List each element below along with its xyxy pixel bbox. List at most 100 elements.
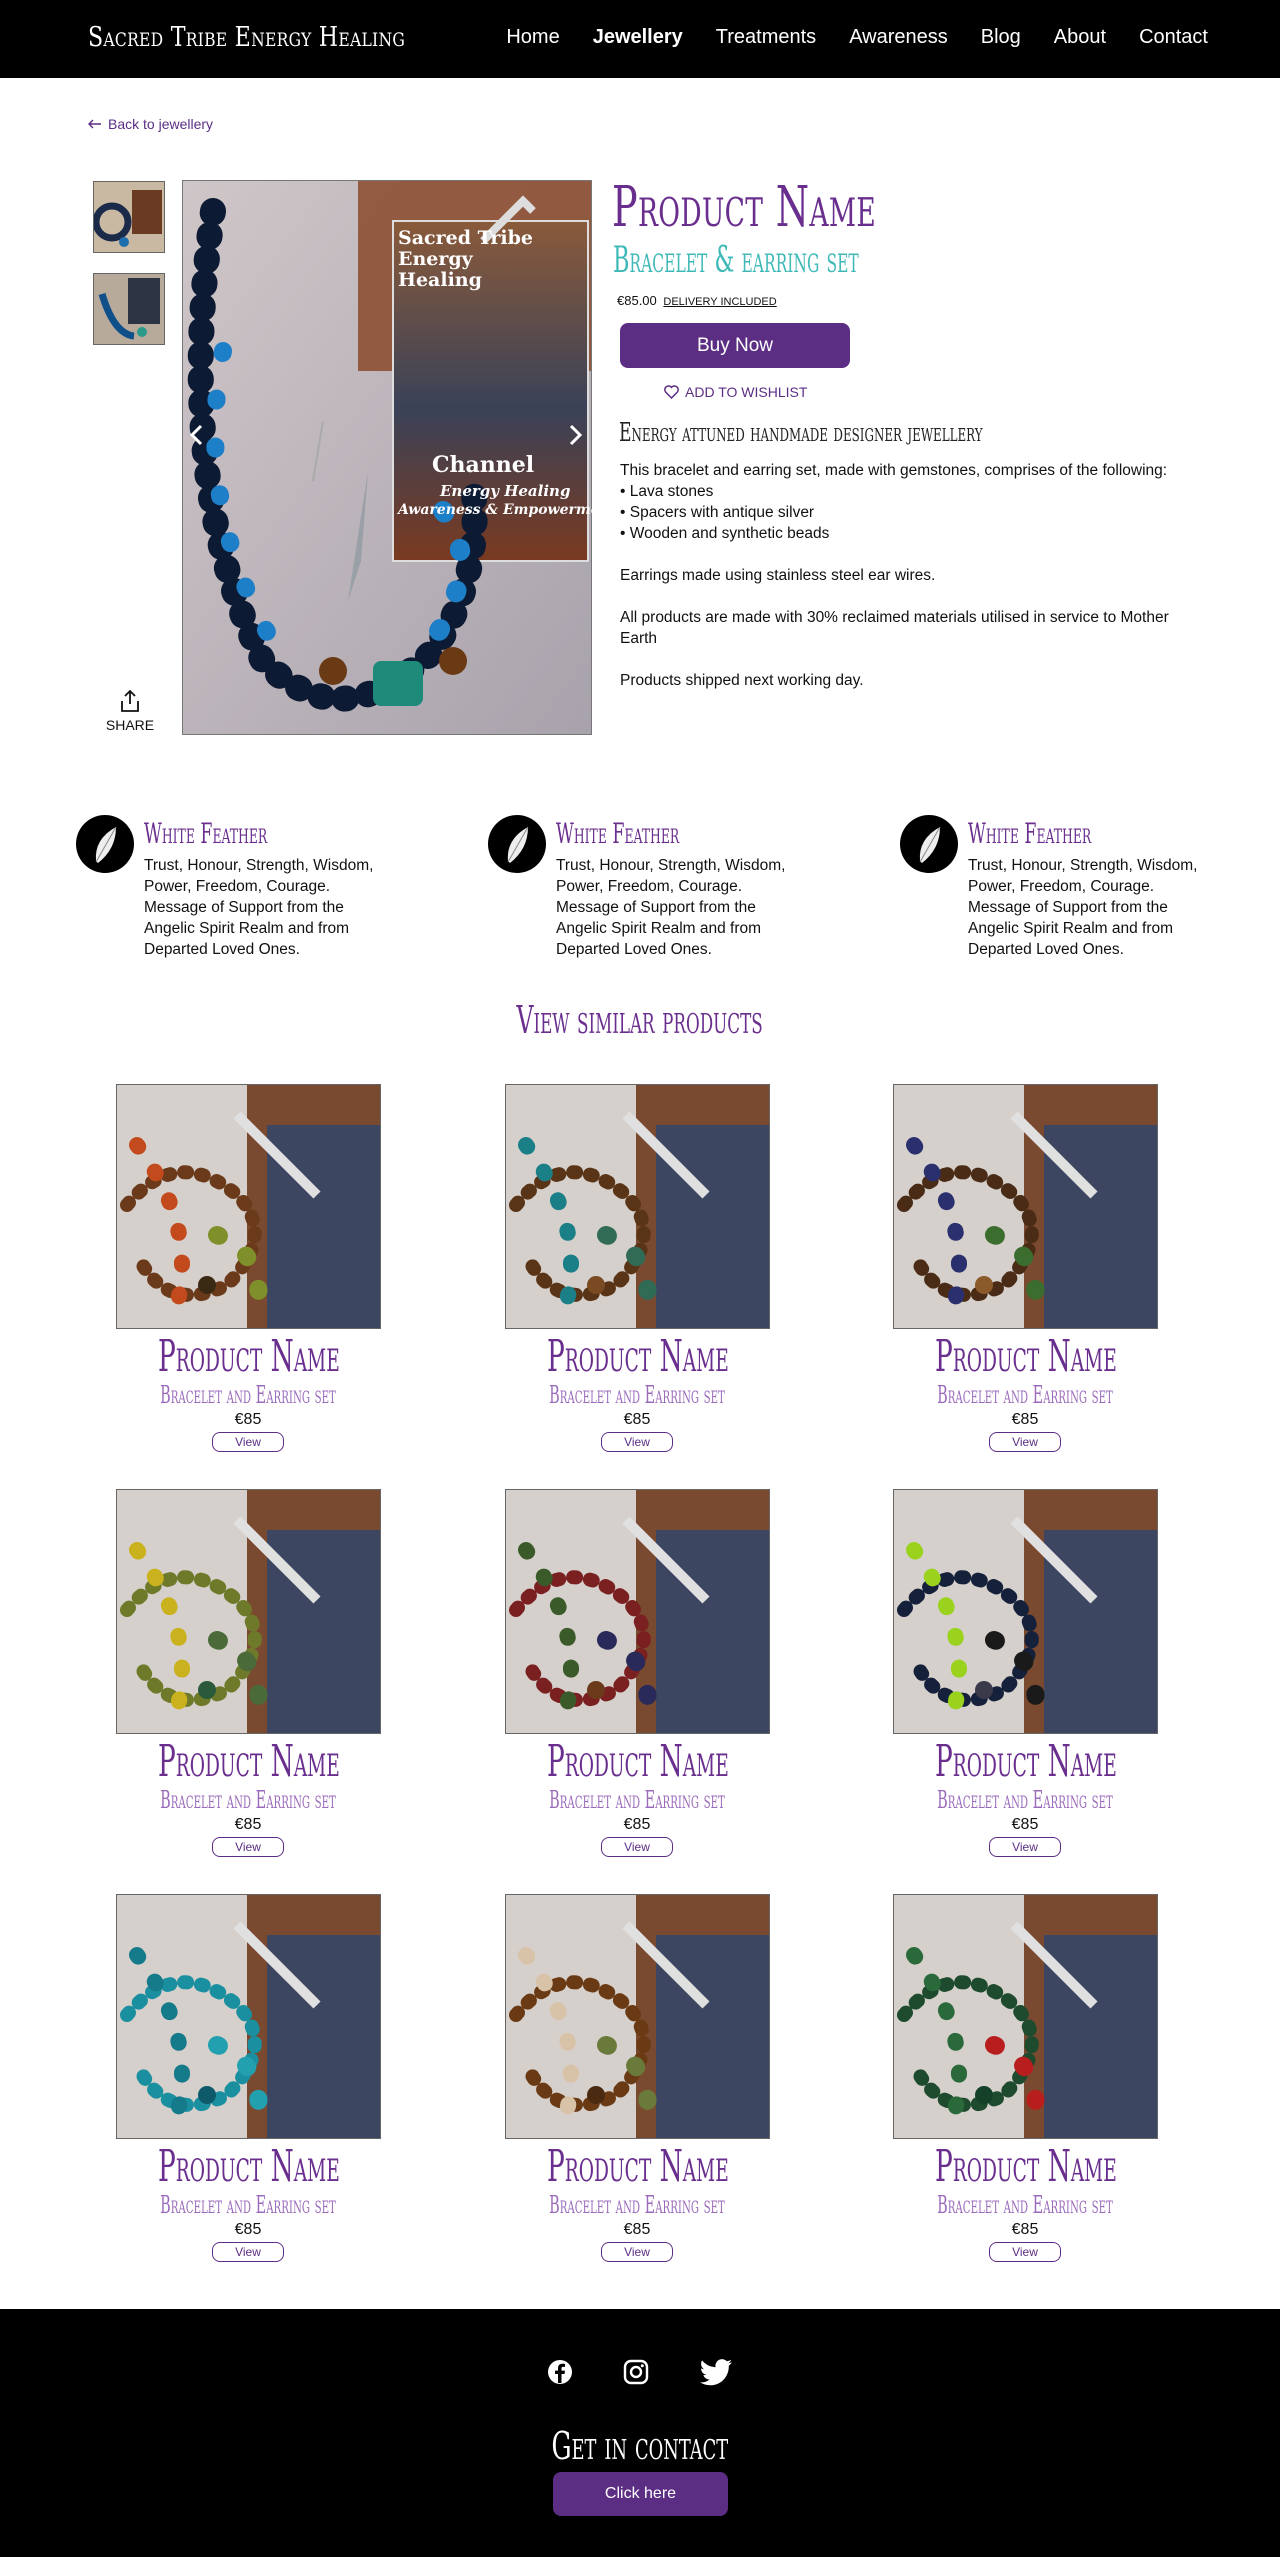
product-card-name: Product Name	[935, 1331, 1117, 1382]
product-card-name: Product Name	[547, 1736, 729, 1787]
site-footer: Get in contact Click here	[0, 2309, 1280, 2557]
instagram-icon[interactable]	[623, 2359, 649, 2385]
product-card-price: €85	[1011, 2221, 1039, 2238]
product-card-image[interactable]	[504, 1489, 770, 1734]
product-card-image[interactable]	[504, 1894, 770, 2139]
nav-blog[interactable]: Blog	[981, 26, 1021, 49]
nav-contact[interactable]: Contact	[1139, 26, 1208, 49]
share-label: SHARE	[105, 717, 155, 733]
delivery-note: DELIVERY INCLUDED	[663, 296, 777, 308]
view-product-button[interactable]: View	[601, 1837, 673, 1857]
back-label: Back to jewellery	[108, 116, 214, 132]
contact-heading: Get in contact	[0, 2424, 1280, 2468]
site-logo[interactable]: Sacred Tribe Energy Healing	[88, 22, 405, 53]
thumbnail-2[interactable]	[93, 273, 165, 345]
product-card[interactable]: Product Name Bracelet and Earring set €85 V…	[98, 1084, 398, 1452]
feather-icon	[900, 815, 958, 873]
product-card-image[interactable]	[892, 1489, 1158, 1734]
product-card[interactable]: Product Name Bracelet and Earring set €85 V…	[875, 1894, 1175, 2262]
similar-products-heading: View similar products	[0, 998, 1280, 1042]
product-subtitle: Bracelet & earring set	[613, 240, 859, 281]
product-card-subtitle: Bracelet and Earring set	[937, 2191, 1113, 2219]
view-product-button[interactable]: View	[989, 2242, 1061, 2262]
product-card-image[interactable]	[115, 1084, 381, 1329]
feather-text: Trust, Honour, Strength, Wisdom, Power, …	[968, 857, 1198, 958]
view-product-button[interactable]: View	[212, 1432, 284, 1452]
facebook-icon[interactable]	[547, 2359, 573, 2385]
product-card[interactable]: Product Name Bracelet and Earring set €85 V…	[875, 1489, 1175, 1857]
product-card-image[interactable]	[504, 1084, 770, 1329]
product-card-name: Product Name	[158, 1331, 340, 1382]
nav-jewellery[interactable]: Jewellery	[593, 26, 683, 49]
feather-title: White Feather	[968, 817, 1092, 850]
product-card-price: €85	[1011, 1816, 1039, 1833]
thumbnail-1[interactable]	[93, 181, 165, 253]
social-links	[0, 2359, 1280, 2387]
view-product-button[interactable]: View	[601, 1432, 673, 1452]
description-paragraph: This bracelet and earring set, made with…	[620, 460, 1200, 544]
view-product-button[interactable]: View	[212, 2242, 284, 2262]
image-card-line: Healing	[398, 269, 482, 291]
contact-title: Get in contact	[551, 2424, 729, 2468]
contact-click-button[interactable]: Click here	[553, 2472, 728, 2516]
feather-icon	[76, 815, 134, 873]
product-card[interactable]: Product Name Bracelet and Earring set €85 V…	[98, 1894, 398, 2262]
next-image-arrow[interactable]	[560, 420, 590, 450]
arrow-left-icon	[88, 119, 101, 129]
product-card-price: €85	[234, 1816, 262, 1833]
description-line: This bracelet and earring set, made with…	[620, 462, 1168, 479]
feather-text: Trust, Honour, Strength, Wisdom, Power, …	[556, 857, 786, 958]
product-description: This bracelet and earring set, made with…	[620, 460, 1200, 712]
back-to-jewellery-link[interactable]: Back to jewellery	[88, 116, 213, 132]
view-product-button[interactable]: View	[601, 2242, 673, 2262]
nav-awareness[interactable]: Awareness	[849, 26, 948, 49]
product-name: Product Name	[612, 175, 877, 240]
product-card[interactable]: Product Name Bracelet and Earring set €85 V…	[487, 1894, 787, 2262]
description-bullet: • Wooden and synthetic beads	[620, 525, 830, 542]
feather-title: White Feather	[556, 817, 680, 850]
product-card[interactable]: Product Name Bracelet and Earring set €85 V…	[487, 1489, 787, 1857]
description-paragraph: All products are made with 30% reclaimed…	[620, 609, 1169, 647]
add-to-wishlist-link[interactable]: ADD TO WISHLIST	[664, 384, 807, 400]
main-nav: Home Jewellery Treatments Awareness Blog…	[506, 26, 1208, 49]
description-bullet: • Spacers with antique silver	[620, 504, 815, 521]
view-product-button[interactable]: View	[989, 1837, 1061, 1857]
buy-now-button[interactable]: Buy Now	[620, 323, 850, 368]
product-card-subtitle: Bracelet and Earring set	[160, 1786, 336, 1814]
heart-icon	[664, 385, 679, 399]
product-card-image[interactable]	[892, 1084, 1158, 1329]
product-card-price: €85	[1011, 1411, 1039, 1428]
product-card[interactable]: Product Name Bracelet and Earring set €85 V…	[875, 1084, 1175, 1452]
product-card[interactable]: Product Name Bracelet and Earring set €85 V…	[98, 1489, 398, 1857]
product-card-subtitle: Bracelet and Earring set	[160, 1381, 336, 1409]
image-card-channel: Channel	[432, 452, 535, 478]
product-card-price: €85	[234, 2221, 262, 2238]
prev-image-arrow[interactable]	[182, 420, 212, 450]
product-card-image[interactable]	[115, 1489, 381, 1734]
product-card-subtitle: Bracelet and Earring set	[937, 1381, 1113, 1409]
site-header: Sacred Tribe Energy Healing Home Jewelle…	[0, 0, 1280, 78]
feather-icon	[488, 815, 546, 873]
nav-about[interactable]: About	[1054, 26, 1106, 49]
product-card-name: Product Name	[547, 2141, 729, 2192]
twitter-icon[interactable]	[699, 2359, 733, 2387]
share-icon	[121, 689, 139, 712]
product-card[interactable]: Product Name Bracelet and Earring set €85 V…	[487, 1084, 787, 1452]
description-paragraph: Earrings made using stainless steel ear …	[620, 567, 936, 584]
share-button[interactable]: SHARE	[105, 689, 155, 733]
feather-title: White Feather	[144, 817, 268, 850]
product-card-name: Product Name	[158, 1736, 340, 1787]
product-card-image[interactable]	[115, 1894, 381, 2139]
view-product-button[interactable]: View	[989, 1432, 1061, 1452]
nav-home[interactable]: Home	[506, 26, 559, 49]
product-card-name: Product Name	[547, 1331, 729, 1382]
image-card-energy: Energy Healing	[440, 482, 571, 500]
image-card-line: Energy	[398, 248, 473, 270]
nav-treatments[interactable]: Treatments	[716, 26, 816, 49]
product-card-price: €85	[234, 1411, 262, 1428]
image-card-line: Sacred Tribe	[398, 227, 533, 249]
description-bullet: • Lava stones	[620, 483, 714, 500]
view-product-button[interactable]: View	[212, 1837, 284, 1857]
similar-products-title: View similar products	[516, 998, 764, 1042]
product-card-image[interactable]	[892, 1894, 1158, 2139]
